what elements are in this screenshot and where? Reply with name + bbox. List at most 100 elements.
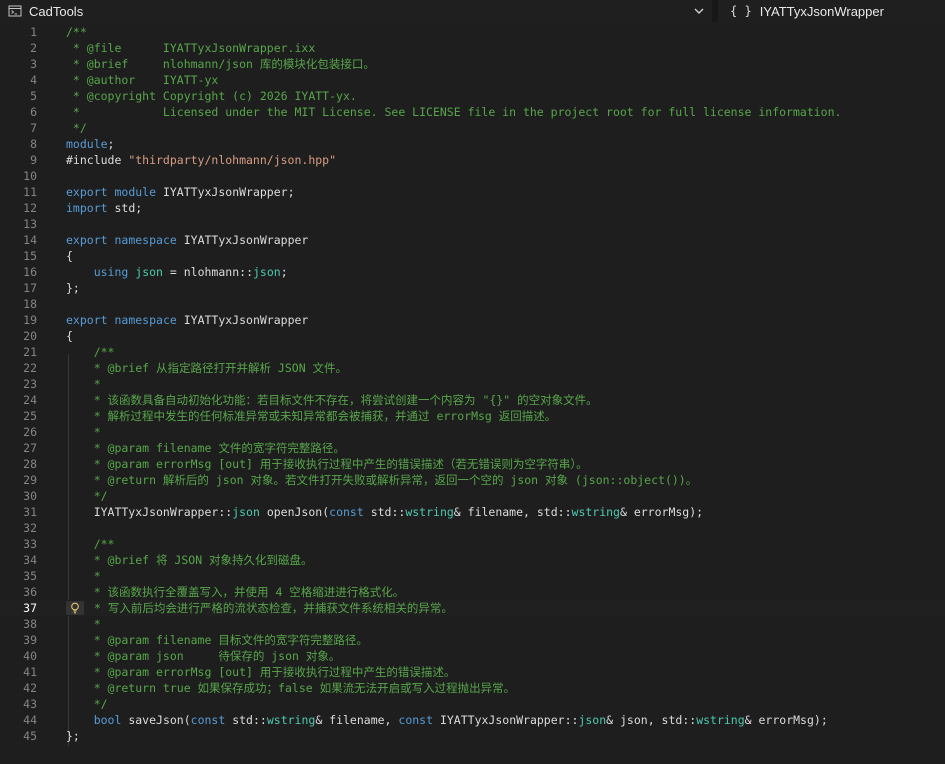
- line-number: 6: [30, 105, 37, 119]
- code-line[interactable]: 34 * @brief 将 JSON 对象持久化到磁盘。: [0, 552, 945, 568]
- code-line[interactable]: 12 import std;: [0, 200, 945, 216]
- code-text: * @brief 将 JSON 对象持久化到磁盘。: [66, 552, 313, 568]
- code-text: /**: [66, 536, 115, 552]
- code-token: IYATTyxJsonWrapper: [433, 713, 565, 727]
- code-line[interactable]: 24 * 该函数具备自动初始化功能：若目标文件不存在，将尝试创建一个内容为 "{…: [0, 392, 945, 408]
- line-number: 20: [23, 329, 37, 343]
- code-token: namespace: [114, 313, 177, 327]
- code-line[interactable]: 45};: [0, 728, 945, 744]
- code-line[interactable]: 35 *: [0, 568, 945, 584]
- line-number: 31: [23, 505, 37, 519]
- code-line[interactable]: 18: [0, 296, 945, 312]
- project-dropdown[interactable]: CadTools: [0, 0, 712, 22]
- code-line[interactable]: 16 using json = nlohmann::json;: [0, 264, 945, 280]
- code-token: "thirdparty/nlohmann/json.hpp": [128, 153, 337, 167]
- code-text: {: [66, 248, 73, 264]
- code-line[interactable]: 39 * @param filename 目标文件的宽字符完整路径。: [0, 632, 945, 648]
- code-line[interactable]: 9 #include "thirdparty/nlohmann/json.hpp": [0, 152, 945, 168]
- code-token: ::: [682, 713, 697, 727]
- code-line[interactable]: 43 */: [0, 696, 945, 712]
- line-number: 2: [30, 41, 37, 55]
- code-token: *: [66, 425, 101, 439]
- code-text: * @param errorMsg [out] 用于接收执行过程中产生的错误描述…: [66, 664, 456, 680]
- line-number: 32: [23, 521, 37, 535]
- code-line[interactable]: 14 export namespace IYATTyxJsonWrapper: [0, 232, 945, 248]
- code-line[interactable]: 25 * 解析过程中发生的任何标准异常或未知异常都会被捕获，并通过 errorM…: [0, 408, 945, 424]
- code-line[interactable]: 4 * @author IYATT-yx: [0, 72, 945, 88]
- line-number: 19: [23, 313, 37, 327]
- code-token: * @brief nlohmann/json 库的模块化包装接口。: [66, 57, 375, 71]
- line-number: 33: [23, 537, 37, 551]
- member-label: IYATTyxJsonWrapper: [759, 3, 884, 19]
- code-line[interactable]: 22 * @brief 从指定路径打开并解析 JSON 文件。: [0, 360, 945, 376]
- code-token: * @brief 将 JSON 对象持久化到磁盘。: [66, 553, 313, 567]
- code-token: IYATTyxJsonWrapper: [176, 313, 309, 327]
- code-line[interactable]: 27 * @param filename 文件的宽字符完整路径。: [0, 440, 945, 456]
- code-line[interactable]: 44 bool saveJson(const std::wstring& fil…: [0, 712, 945, 728]
- code-line[interactable]: 38 *: [0, 616, 945, 632]
- code-line[interactable]: 19 export namespace IYATTyxJsonWrapper: [0, 312, 945, 328]
- code-token: * 解析过程中发生的任何标准异常或未知异常都会被捕获，并通过 errorMsg …: [66, 409, 557, 423]
- line-number: 35: [23, 569, 37, 583]
- code-line[interactable]: 20 {: [0, 328, 945, 344]
- code-text: * @param json 待保存的 json 对象。: [66, 648, 341, 664]
- code-token: * @brief 从指定路径打开并解析 JSON 文件。: [66, 361, 348, 375]
- code-line[interactable]: 42 * @return true 如果保存成功；false 如果流无法开启或写…: [0, 680, 945, 696]
- code-editor[interactable]: 1/** 2 * @file IYATTyxJsonWrapper.ixx 3 * …: [0, 22, 945, 764]
- code-line[interactable]: 2 * @file IYATTyxJsonWrapper.ixx: [0, 40, 945, 56]
- chevron-down-icon[interactable]: [692, 4, 706, 18]
- code-line[interactable]: 26 *: [0, 424, 945, 440]
- code-text: /**: [66, 344, 115, 360]
- code-line[interactable]: 32: [0, 520, 945, 536]
- code-line[interactable]: 1 /**: [0, 24, 945, 40]
- code-text: using json = nlohmann::json;: [66, 264, 288, 280]
- code-line[interactable]: 15 {: [0, 248, 945, 264]
- line-number: 23: [23, 377, 37, 391]
- code-token: const: [329, 505, 364, 519]
- code-line[interactable]: 10: [0, 168, 945, 184]
- member-dropdown[interactable]: { } IYATTyxJsonWrapper: [718, 0, 945, 22]
- code-line[interactable]: 33 /**: [0, 536, 945, 552]
- code-token: json: [578, 713, 607, 727]
- code-line[interactable]: 21 /**: [0, 344, 945, 360]
- lightbulb-icon[interactable]: [66, 601, 84, 615]
- code-line[interactable]: 36 * 该函数执行全覆盖写入，并使用 4 空格缩进进行格式化。: [0, 584, 945, 600]
- code-token: * @return 解析后的 json 对象。若文件打开失败或解析异常，返回一个…: [66, 473, 698, 487]
- code-line[interactable]: 37 * 写入前后均会进行严格的流状态检查，并捕获文件系统相关的异常。: [0, 600, 945, 616]
- code-token: * 该函数执行全覆盖写入，并使用 4 空格缩进进行格式化。: [66, 585, 405, 599]
- code-text: bool saveJson(const std::wstring& filena…: [66, 712, 828, 728]
- code-line[interactable]: 30 */: [0, 488, 945, 504]
- code-token: & filename,: [315, 713, 399, 727]
- code-text: * 解析过程中发生的任何标准异常或未知异常都会被捕获，并通过 errorMsg …: [66, 408, 557, 424]
- line-number: 27: [23, 441, 37, 455]
- line-number: 29: [23, 473, 37, 487]
- line-number: 15: [23, 249, 37, 263]
- line-number: 11: [23, 185, 37, 199]
- code-text: export namespace IYATTyxJsonWrapper: [66, 312, 308, 328]
- line-number: 24: [23, 393, 37, 407]
- code-line[interactable]: 23 *: [0, 376, 945, 392]
- code-line[interactable]: 13: [0, 216, 945, 232]
- code-line[interactable]: 31 IYATTyxJsonWrapper::json openJson(con…: [0, 504, 945, 520]
- code-line[interactable]: 3 * @brief nlohmann/json 库的模块化包装接口。: [0, 56, 945, 72]
- code-line[interactable]: 41 * @param errorMsg [out] 用于接收执行过程中产生的错…: [0, 664, 945, 680]
- code-line[interactable]: 7 */: [0, 120, 945, 136]
- code-line[interactable]: 6 * Licensed under the MIT License. See …: [0, 104, 945, 120]
- line-number: 13: [23, 217, 37, 231]
- code-line[interactable]: 17};: [0, 280, 945, 296]
- code-line[interactable]: 40 * @param json 待保存的 json 对象。: [0, 648, 945, 664]
- code-token: export: [66, 313, 108, 327]
- code-line[interactable]: 28 * @param errorMsg [out] 用于接收执行过程中产生的错…: [0, 456, 945, 472]
- line-number: 8: [30, 137, 37, 151]
- code-line[interactable]: 29 * @return 解析后的 json 对象。若文件打开失败或解析异常，返…: [0, 472, 945, 488]
- code-token: import: [66, 201, 108, 215]
- code-token: & json, std: [606, 713, 683, 727]
- code-line[interactable]: 5 * @copyright Copyright (c) 2026 IYATT-…: [0, 88, 945, 104]
- code-token: json: [135, 265, 163, 279]
- code-line[interactable]: 11 export module IYATTyxJsonWrapper;: [0, 184, 945, 200]
- code-token: * @author IYATT-yx: [66, 73, 219, 87]
- code-token: module: [66, 137, 108, 151]
- code-line[interactable]: 8 module;: [0, 136, 945, 152]
- line-number: 41: [23, 665, 37, 679]
- line-number: 7: [30, 121, 37, 135]
